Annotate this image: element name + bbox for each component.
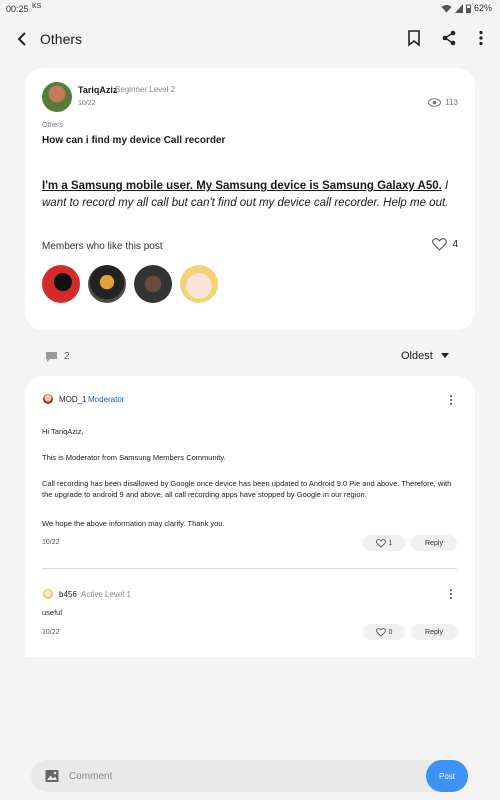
wifi-icon — [441, 4, 452, 12]
comment-text: This is Moderator from Samsung Members C… — [42, 453, 226, 462]
post-category[interactable]: Others — [42, 122, 63, 129]
view-count-value: 113 — [445, 98, 458, 107]
comment-avatar[interactable] — [43, 394, 53, 404]
sort-value: Oldest — [401, 350, 433, 362]
more-vert-icon[interactable] — [449, 394, 453, 406]
view-count: 113 — [428, 98, 458, 107]
app-bar: Others — [0, 22, 500, 56]
comment-like-button[interactable]: 1 — [363, 535, 405, 551]
battery-level: 62% — [473, 3, 492, 13]
like-button[interactable]: 4 — [432, 238, 458, 251]
comment-like-button[interactable]: 0 — [363, 624, 405, 640]
liker-avatar[interactable] — [180, 265, 218, 303]
heart-icon — [375, 538, 386, 548]
bookmark-icon[interactable] — [405, 29, 423, 47]
status-bar: 00:25 KS 62% — [0, 0, 500, 18]
battery-icon — [465, 4, 471, 13]
comment-input[interactable] — [69, 768, 399, 784]
comments-header: 2 Oldest — [0, 346, 500, 370]
signal-icon — [454, 3, 463, 13]
author-level: Beginner Level 2 — [115, 85, 176, 94]
more-vert-icon[interactable] — [449, 588, 453, 600]
reply-button[interactable]: Reply — [411, 624, 457, 640]
comment-text: useful — [42, 608, 63, 617]
comment-count: 2 — [64, 351, 70, 362]
comments-list: MOD_1 Moderator Hi TariqAziz, This is Mo… — [25, 376, 475, 657]
liker-avatar[interactable] — [42, 265, 80, 303]
page-title: Others — [40, 31, 83, 47]
status-right: 62% — [441, 3, 492, 13]
comment-text: We hope the above information may clarif… — [42, 519, 225, 528]
heart-icon — [375, 627, 386, 637]
comment-like-count: 1 — [388, 539, 393, 547]
image-icon[interactable] — [45, 769, 59, 783]
back-icon[interactable] — [14, 30, 32, 48]
heart-icon — [432, 238, 448, 251]
post-body: I'm a Samsung mobile user. My Samsung de… — [42, 178, 458, 212]
comment-divider — [42, 568, 457, 569]
post-card: TariqAziz Beginner Level 2 10/22 113 Oth… — [25, 68, 475, 330]
liker-avatar[interactable] — [88, 265, 126, 303]
post-date: 10/22 — [78, 100, 96, 107]
sort-dropdown[interactable]: Oldest — [401, 350, 449, 362]
comment-avatar[interactable] — [43, 589, 53, 599]
share-icon[interactable] — [440, 29, 458, 47]
author-avatar[interactable] — [42, 82, 72, 112]
likes-label: Members who like this post — [42, 241, 163, 252]
comment-author[interactable]: b456 — [59, 590, 77, 599]
post-button[interactable]: Post — [426, 760, 468, 792]
comment-text: Hi TariqAziz, — [42, 427, 84, 436]
caret-down-icon — [440, 353, 449, 358]
comment-date: 10/22 — [42, 629, 60, 636]
more-vert-icon[interactable] — [472, 29, 490, 47]
carrier-icon: KS — [32, 3, 42, 10]
comment-author[interactable]: MOD_1 — [59, 395, 87, 404]
like-count: 4 — [452, 239, 458, 250]
liker-avatar[interactable] — [134, 265, 172, 303]
author-name[interactable]: TariqAziz — [78, 85, 117, 95]
author-level: Active Level 1 — [81, 590, 131, 599]
post-body-bold: I'm a Samsung mobile user. My Samsung de… — [42, 180, 442, 192]
comment-like-count: 0 — [388, 628, 393, 636]
comment-icon — [46, 352, 57, 362]
reply-button[interactable]: Reply — [411, 535, 457, 551]
comment-composer: Post — [31, 760, 468, 792]
comment-date: 10/22 — [42, 539, 60, 546]
comment-text: Call recording has been disallowed by Go… — [42, 479, 452, 499]
eye-icon — [428, 98, 442, 107]
post-title: How can i find my device Call recorder — [42, 135, 226, 146]
status-time: 00:25 — [6, 4, 29, 14]
moderator-badge: Moderator — [88, 395, 125, 404]
